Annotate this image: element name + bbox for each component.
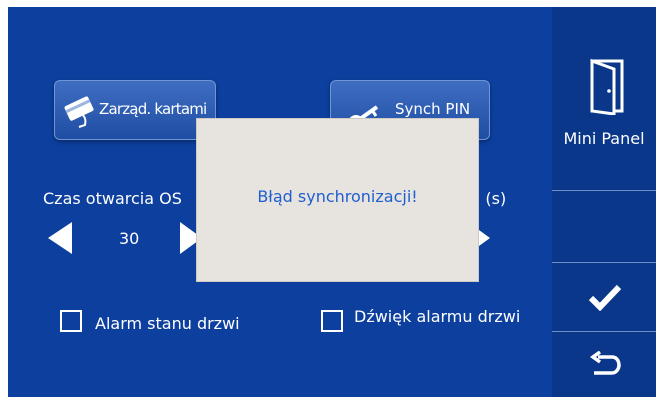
back-icon xyxy=(589,351,621,375)
back-button[interactable] xyxy=(552,332,656,397)
error-dialog: Błąd synchronizacji! xyxy=(196,118,479,282)
sync-pin-label: Synch PIN xyxy=(395,100,471,118)
arrow-left-icon[interactable] xyxy=(48,222,72,254)
door-alarm-sound-label: Dźwięk alarmu drzwi xyxy=(354,307,521,326)
sidebar: Mini Panel xyxy=(552,7,656,397)
open-time-value: 30 xyxy=(119,229,140,248)
door-alarm-checkbox[interactable] xyxy=(60,310,82,332)
door-alarm-sound-checkbox[interactable] xyxy=(321,310,343,332)
card-management-button[interactable]: Zarząd. kartami xyxy=(54,80,216,140)
card-icon xyxy=(64,96,94,128)
mini-panel-label: Mini Panel xyxy=(563,129,645,148)
open-time-label: Czas otwarcia OS xyxy=(43,189,182,208)
screen: Zarząd. kartami Synch PIN Czas otwarcia … xyxy=(8,7,656,397)
mini-panel-button[interactable]: Mini Panel xyxy=(552,7,656,190)
check-icon xyxy=(588,284,622,311)
door-alarm-label: Alarm stanu drzwi xyxy=(95,314,240,333)
door-icon xyxy=(590,58,624,115)
confirm-button[interactable] xyxy=(552,263,656,331)
card-management-label: Zarząd. kartami xyxy=(99,100,207,118)
error-message: Błąd synchronizacji! xyxy=(257,187,418,206)
sidebar-divider xyxy=(552,190,656,191)
